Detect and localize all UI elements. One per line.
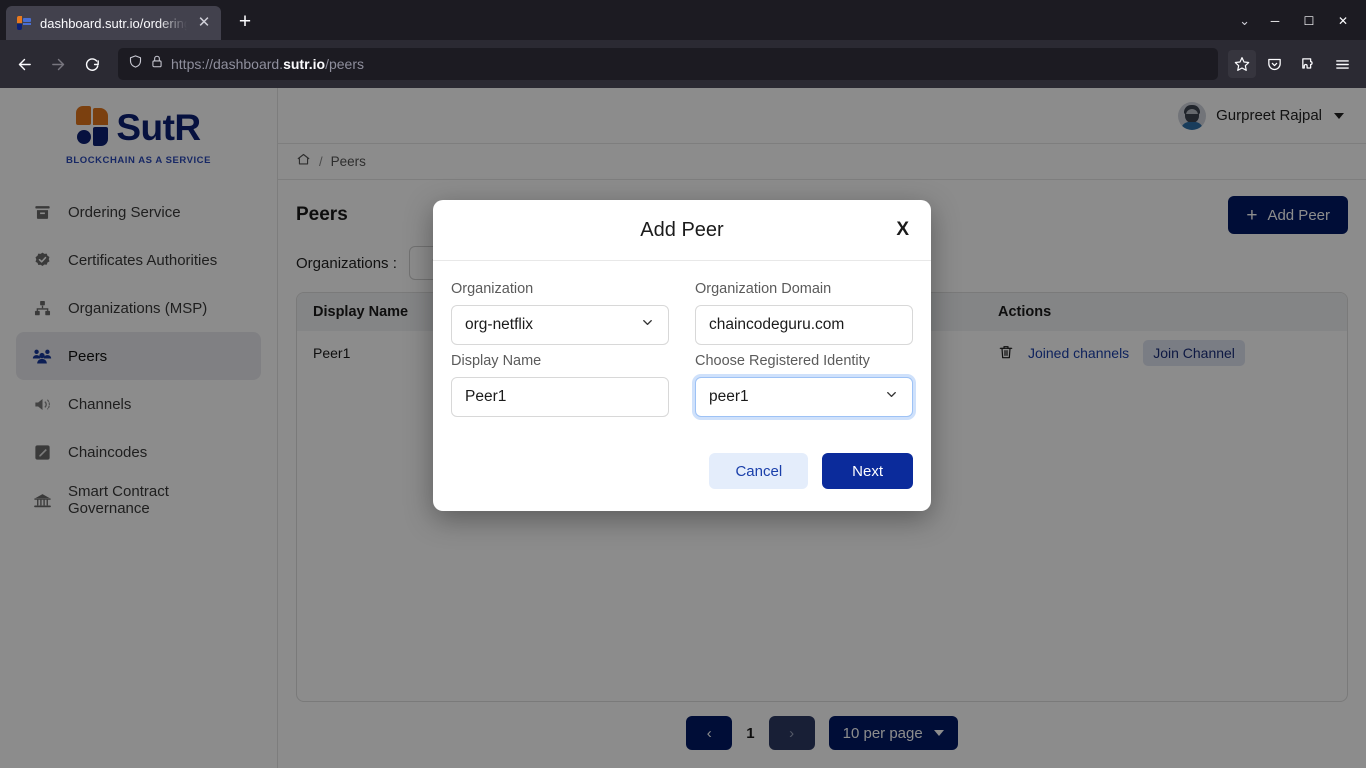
modal-body: Organization org-netflix Organization Do… <box>433 261 931 427</box>
url-text: https://dashboard.sutr.io/peers <box>171 56 365 72</box>
lock-icon[interactable] <box>150 54 164 74</box>
field-organization: Organization org-netflix <box>451 281 669 345</box>
modal-header: Add Peer X <box>433 200 931 261</box>
add-peer-form: Organization org-netflix Organization Do… <box>451 281 913 417</box>
display-name-input[interactable]: Peer1 <box>451 377 669 417</box>
field-label: Choose Registered Identity <box>695 353 870 369</box>
tab-title: dashboard.sutr.io/ordering <box>40 15 187 31</box>
organization-domain-input[interactable]: chaincodeguru.com <box>695 305 913 345</box>
list-all-tabs-icon[interactable]: ⌄ <box>1233 13 1256 29</box>
modal-footer: Cancel Next <box>433 427 931 511</box>
new-tab-button[interactable]: + <box>229 7 261 39</box>
hamburger-menu-icon[interactable] <box>1326 48 1358 80</box>
sutr-favicon-icon <box>16 15 32 31</box>
close-icon[interactable]: X <box>896 219 909 241</box>
browser-tab[interactable]: dashboard.sutr.io/ordering ✕ <box>6 6 221 40</box>
reload-icon[interactable] <box>76 48 108 80</box>
app-viewport: SutR BLOCKCHAIN AS A SERVICE Ordering Se… <box>0 88 1366 768</box>
organization-select-value: org-netflix <box>465 316 534 333</box>
browser-tabstrip: dashboard.sutr.io/ordering ✕ + ⌄ ─ ☐ ✕ <box>0 0 1366 40</box>
forward-arrow-icon[interactable] <box>42 48 74 80</box>
cancel-button[interactable]: Cancel <box>709 453 809 489</box>
field-label: Organization Domain <box>695 281 832 297</box>
shield-icon[interactable] <box>128 54 143 74</box>
field-organization-domain: Organization Domain chaincodeguru.com <box>695 281 913 345</box>
close-window-button[interactable]: ✕ <box>1328 8 1358 34</box>
extensions-icon[interactable] <box>1292 48 1324 80</box>
window-controls: ⌄ ─ ☐ ✕ <box>1233 8 1366 40</box>
field-display-name: Display Name Peer1 <box>451 353 669 417</box>
chevron-down-icon <box>884 387 899 407</box>
next-button[interactable]: Next <box>822 453 913 489</box>
field-label: Organization <box>451 281 534 297</box>
registered-identity-select-value: peer1 <box>709 388 749 405</box>
url-bar[interactable]: https://dashboard.sutr.io/peers <box>118 48 1218 80</box>
browser-navbar: https://dashboard.sutr.io/peers <box>0 40 1366 88</box>
registered-identity-select[interactable]: peer1 <box>695 377 913 417</box>
maximize-window-button[interactable]: ☐ <box>1294 8 1324 34</box>
tab-close-icon[interactable]: ✕ <box>195 14 213 32</box>
back-arrow-icon[interactable] <box>8 48 40 80</box>
chevron-down-icon <box>640 315 655 335</box>
pocket-icon[interactable] <box>1258 48 1290 80</box>
field-label: Display Name <box>451 353 542 369</box>
field-registered-identity: Choose Registered Identity peer1 <box>695 353 913 417</box>
minimize-window-button[interactable]: ─ <box>1260 8 1290 34</box>
star-icon[interactable] <box>1228 50 1256 78</box>
navbar-right-icons <box>1228 48 1358 80</box>
browser-window: dashboard.sutr.io/ordering ✕ + ⌄ ─ ☐ ✕ h… <box>0 0 1366 768</box>
add-peer-modal: Add Peer X Organization org-netflix Orga… <box>433 200 931 511</box>
modal-title: Add Peer <box>640 218 724 241</box>
organization-select[interactable]: org-netflix <box>451 305 669 345</box>
